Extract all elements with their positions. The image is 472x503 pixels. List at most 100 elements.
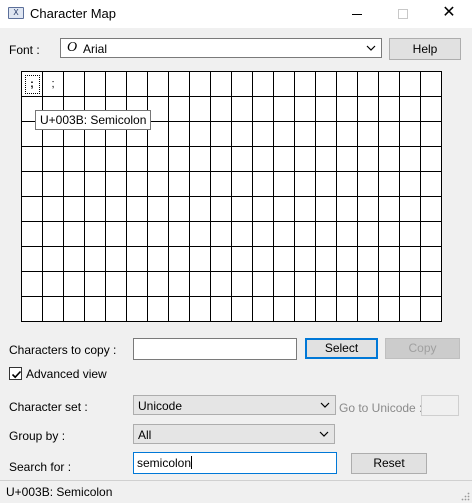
character-cell[interactable] — [358, 147, 379, 172]
character-cell[interactable] — [211, 197, 232, 222]
character-cell[interactable] — [127, 297, 148, 322]
character-cell[interactable] — [400, 97, 421, 122]
character-cell[interactable] — [337, 247, 358, 272]
character-cell[interactable] — [127, 247, 148, 272]
character-cell[interactable] — [169, 147, 190, 172]
character-cell[interactable] — [169, 222, 190, 247]
character-cell[interactable] — [295, 72, 316, 97]
character-cell[interactable] — [190, 172, 211, 197]
character-cell[interactable] — [43, 172, 64, 197]
character-cell[interactable] — [43, 222, 64, 247]
character-cell[interactable] — [43, 247, 64, 272]
group-by-dropdown[interactable]: All — [133, 424, 335, 444]
character-cell[interactable] — [106, 297, 127, 322]
character-cell[interactable] — [295, 272, 316, 297]
character-cell[interactable] — [85, 297, 106, 322]
character-cell[interactable] — [421, 197, 442, 222]
resize-grip-icon[interactable] — [460, 491, 470, 501]
character-cell[interactable] — [106, 272, 127, 297]
character-cell[interactable] — [421, 72, 442, 97]
character-cell[interactable] — [379, 97, 400, 122]
character-cell[interactable] — [379, 172, 400, 197]
character-cell[interactable] — [22, 247, 43, 272]
character-cell[interactable] — [85, 222, 106, 247]
character-cell[interactable] — [169, 247, 190, 272]
character-grid[interactable]: ; ; — [21, 71, 442, 322]
character-cell[interactable] — [358, 297, 379, 322]
character-cell[interactable] — [127, 147, 148, 172]
character-cell[interactable] — [85, 147, 106, 172]
character-cell[interactable] — [190, 297, 211, 322]
character-cell[interactable] — [190, 122, 211, 147]
character-cell[interactable] — [43, 272, 64, 297]
character-cell[interactable] — [211, 97, 232, 122]
character-cell[interactable] — [106, 247, 127, 272]
character-cell[interactable] — [43, 197, 64, 222]
character-cell[interactable] — [148, 297, 169, 322]
character-cell[interactable] — [253, 122, 274, 147]
character-cell[interactable] — [316, 222, 337, 247]
character-cell[interactable] — [316, 197, 337, 222]
character-cell[interactable] — [253, 197, 274, 222]
character-cell[interactable] — [190, 147, 211, 172]
character-cell[interactable] — [274, 247, 295, 272]
character-cell[interactable] — [253, 147, 274, 172]
character-cell[interactable] — [85, 197, 106, 222]
character-cell[interactable] — [421, 97, 442, 122]
character-cell[interactable] — [169, 197, 190, 222]
character-cell[interactable] — [400, 147, 421, 172]
character-cell[interactable] — [400, 172, 421, 197]
character-cell[interactable] — [421, 172, 442, 197]
character-cell[interactable] — [148, 147, 169, 172]
character-cell[interactable] — [64, 72, 85, 97]
character-cell[interactable] — [316, 97, 337, 122]
character-cell[interactable] — [232, 247, 253, 272]
character-cell[interactable] — [232, 122, 253, 147]
character-cell[interactable] — [106, 172, 127, 197]
character-cell[interactable] — [211, 272, 232, 297]
character-cell[interactable] — [85, 72, 106, 97]
character-cell[interactable] — [421, 147, 442, 172]
character-cell[interactable] — [337, 97, 358, 122]
character-cell[interactable] — [190, 97, 211, 122]
character-cell[interactable] — [316, 122, 337, 147]
character-set-dropdown[interactable]: Unicode — [133, 395, 336, 415]
character-cell[interactable] — [148, 197, 169, 222]
character-cell[interactable] — [232, 97, 253, 122]
character-cell[interactable] — [253, 97, 274, 122]
character-cell[interactable] — [148, 172, 169, 197]
character-cell[interactable] — [358, 172, 379, 197]
character-cell[interactable] — [85, 247, 106, 272]
character-cell[interactable] — [316, 247, 337, 272]
select-button[interactable]: Select — [305, 338, 378, 359]
character-cell-selected[interactable]: ; — [22, 72, 43, 97]
character-cell[interactable] — [274, 197, 295, 222]
character-cell[interactable] — [274, 122, 295, 147]
character-cell[interactable] — [127, 222, 148, 247]
character-cell[interactable] — [64, 297, 85, 322]
character-cell[interactable] — [253, 272, 274, 297]
character-cell[interactable] — [421, 297, 442, 322]
character-cell[interactable] — [379, 147, 400, 172]
character-cell[interactable] — [400, 297, 421, 322]
character-cell[interactable] — [295, 247, 316, 272]
character-cell[interactable] — [316, 272, 337, 297]
font-dropdown[interactable]: O Arial — [60, 38, 382, 58]
character-cell[interactable] — [148, 247, 169, 272]
character-cell[interactable] — [253, 297, 274, 322]
character-cell[interactable] — [358, 97, 379, 122]
character-cell[interactable] — [295, 147, 316, 172]
character-cell[interactable] — [316, 297, 337, 322]
character-cell[interactable] — [379, 122, 400, 147]
character-cell[interactable] — [190, 72, 211, 97]
character-cell[interactable] — [337, 122, 358, 147]
character-cell[interactable] — [211, 247, 232, 272]
go-to-unicode-field[interactable] — [421, 395, 459, 416]
character-cell[interactable] — [64, 247, 85, 272]
character-cell[interactable] — [400, 72, 421, 97]
character-cell[interactable] — [274, 97, 295, 122]
character-cell[interactable] — [379, 72, 400, 97]
character-cell[interactable] — [274, 72, 295, 97]
character-cell[interactable] — [148, 272, 169, 297]
character-cell[interactable] — [358, 72, 379, 97]
